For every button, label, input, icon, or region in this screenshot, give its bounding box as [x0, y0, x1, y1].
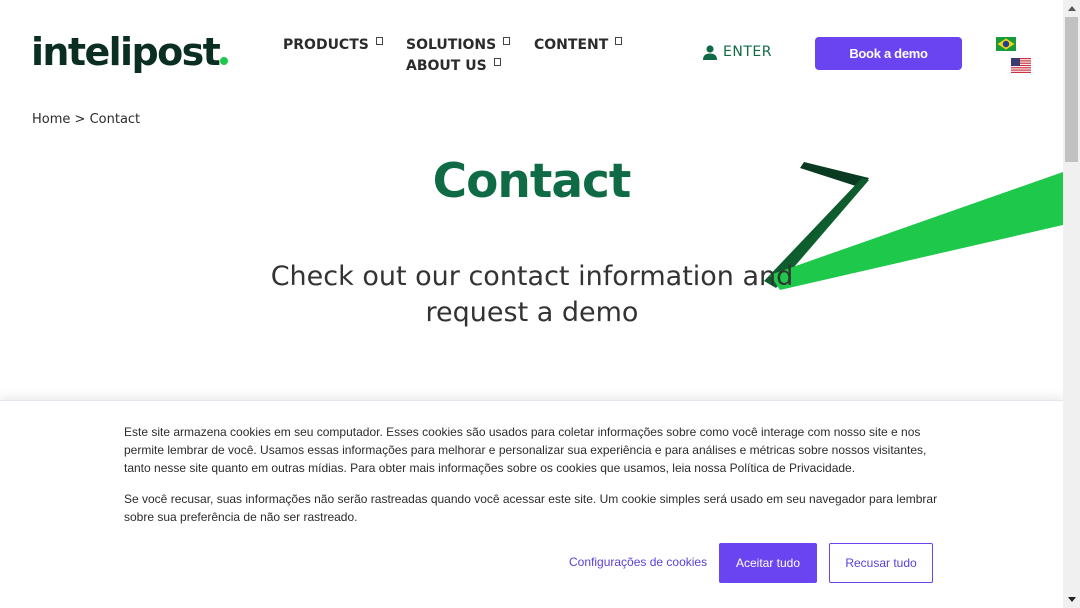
- chevron-down-icon: [493, 58, 501, 66]
- nav-content-label: CONTENT: [534, 37, 609, 53]
- breadcrumb-home-link[interactable]: Home: [32, 112, 70, 127]
- enter-label: ENTER: [723, 44, 772, 60]
- page-title: Contact: [432, 154, 632, 209]
- nav-solutions-label: SOLUTIONS: [406, 37, 497, 53]
- logo-text: intelipost: [31, 30, 221, 74]
- vertical-scrollbar[interactable]: [1063, 0, 1080, 608]
- us-flag-icon[interactable]: [1011, 58, 1031, 73]
- nav-products-label: PRODUCTS: [283, 37, 369, 53]
- page-subtitle: Check out our contact information and re…: [270, 261, 794, 328]
- cookie-text-1: Este site armazena cookies em seu comput…: [124, 425, 927, 475]
- intelipost-logo[interactable]: intelipost: [31, 28, 229, 76]
- scroll-up-button[interactable]: [1063, 0, 1080, 17]
- cookie-text-2: Se você recusar, suas informações não se…: [124, 492, 938, 524]
- breadcrumb: Home > Contact: [32, 112, 140, 127]
- scrollbar-thumb[interactable]: [1065, 17, 1078, 162]
- scroll-down-button[interactable]: [1063, 591, 1080, 608]
- accept-all-button[interactable]: Aceitar tudo: [719, 543, 817, 583]
- nav-content[interactable]: CONTENT: [534, 36, 623, 54]
- breadcrumb-current: Contact: [89, 112, 141, 127]
- nav-about-us[interactable]: ABOUT US: [406, 57, 501, 75]
- reject-all-button[interactable]: Recusar tudo: [829, 543, 933, 583]
- nav-solutions[interactable]: SOLUTIONS: [406, 36, 511, 54]
- nav-products[interactable]: PRODUCTS: [283, 36, 383, 54]
- scroll-down-arrow-icon: [1068, 597, 1076, 602]
- brazil-flag-icon[interactable]: [996, 37, 1016, 51]
- chevron-down-icon: [615, 37, 623, 45]
- book-demo-button[interactable]: Book a demo: [815, 37, 962, 70]
- page: intelipost PRODUCTS SOLUTIONS CONTENT AB…: [0, 0, 1063, 608]
- user-icon: [703, 44, 717, 60]
- enter-login-link[interactable]: ENTER: [703, 44, 772, 60]
- nav-about-label: ABOUT US: [406, 58, 487, 74]
- scroll-up-arrow-icon: [1068, 6, 1076, 11]
- cookie-consent-banner: Este site armazena cookies em seu comput…: [0, 400, 1063, 608]
- chevron-down-icon: [503, 37, 511, 45]
- chevron-down-icon: [375, 37, 383, 45]
- breadcrumb-separator: >: [74, 112, 86, 127]
- cookie-settings-link[interactable]: Configurações de cookies: [569, 555, 707, 569]
- logo-dot: [220, 57, 229, 65]
